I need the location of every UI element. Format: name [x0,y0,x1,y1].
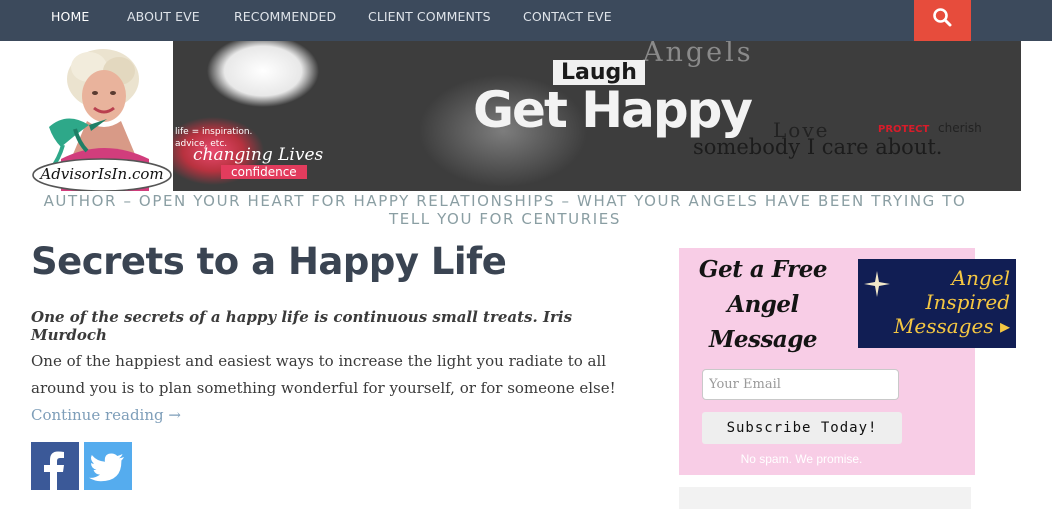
top-nav: HOME ABOUT EVE RECOMMENDED CLIENT COMMEN… [0,0,1052,41]
post-title[interactable]: Secrets to a Happy Life [31,240,507,283]
no-spam-note: No spam. We promise. [740,452,863,466]
subscribe-button[interactable]: Subscribe Today! [702,412,902,444]
site-tagline: AUTHOR – OPEN YOUR HEART FOR HAPPY RELAT… [43,192,967,228]
collage-somebody: somebody I care about. [693,135,943,159]
angel-messages-text: Angel Inspired Messages ▸ [894,266,1010,338]
nav-item-client-comments[interactable]: CLIENT COMMENTS [368,0,491,34]
collage-protect: PROTECT [878,124,930,135]
sparkle-icon [864,271,890,297]
angel-line3: Messages ▸ [893,314,1010,338]
widget-heading-line1: Get a Free [698,256,828,283]
collage-angels: Angels [643,41,754,68]
facebook-share-button[interactable] [31,442,79,490]
angel-line1: Angel [951,266,1010,290]
header-collage-image: Angels Laugh Get Happy Love PROTECT cher… [173,41,1021,191]
email-input[interactable] [702,369,899,400]
nav-item-home[interactable]: HOME [51,0,89,34]
sidebar-widget-2 [679,487,971,509]
angel-messages-banner[interactable]: Angel Inspired Messages ▸ [858,259,1016,348]
collage-get-happy: Get Happy [473,81,753,139]
search-button[interactable] [914,0,971,41]
logo-text: AdvisorIsIn.com [40,165,164,183]
widget-heading-line3: Message [708,326,818,353]
twitter-icon [89,453,124,482]
angel-line2: Inspired [925,290,1010,314]
facebook-icon [44,451,64,490]
collage-confidence: confidence [221,165,307,179]
header-banner[interactable]: AdvisorIsIn.com Angels Laugh Get Happy L… [31,41,1021,191]
nav-item-contact-eve[interactable]: CONTACT EVE [523,0,612,34]
post-excerpt: One of the happiest and easiest ways to … [31,348,631,429]
collage-cherish: cherish [938,121,982,135]
continue-reading-link[interactable]: Continue reading → [31,406,181,424]
site-logo[interactable]: AdvisorIsIn.com [31,41,173,191]
post-quote: One of the secrets of a happy life is co… [31,308,573,344]
twitter-share-button[interactable] [84,442,132,490]
nav-item-recommended[interactable]: RECOMMENDED [234,0,336,34]
search-icon [933,8,952,27]
collage-inspiration: life = inspiration. [175,127,253,137]
post-excerpt-text: One of the happiest and easiest ways to … [31,352,616,397]
widget-heading: Get a Free Angel Message [697,252,829,357]
collage-advice: advice, etc. [175,139,228,149]
widget-heading-line2: Angel [727,291,799,318]
nav-item-about-eve[interactable]: ABOUT EVE [127,0,200,34]
newsletter-widget: Get a Free Angel Message Angel Inspired … [679,248,1016,475]
